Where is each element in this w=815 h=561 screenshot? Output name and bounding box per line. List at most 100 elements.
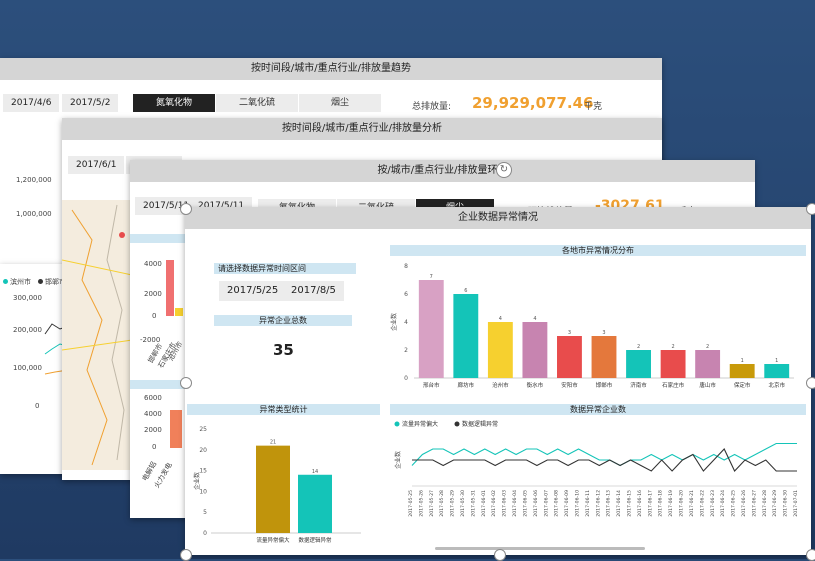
y-tick-label: 15	[199, 468, 207, 475]
x-tick-label: 2017-07-01	[793, 490, 799, 517]
bar	[256, 445, 290, 533]
x-tick-label: 邢台市	[423, 381, 440, 389]
data-label: 7	[430, 274, 433, 280]
y-tick: 1,000,000	[16, 210, 52, 218]
data-label: 1	[775, 358, 778, 364]
x-tick-label: 2017-06-09	[564, 490, 570, 517]
resize-handle[interactable]	[806, 377, 815, 389]
env-bar-header	[130, 380, 186, 389]
x-tick-label: 2017-06-11	[585, 490, 591, 517]
x-tick-label: 2017-06-13	[606, 490, 612, 517]
total-emission-label: 总排放量:	[412, 102, 452, 112]
y-tick: 2000	[144, 426, 162, 434]
data-label: 4	[499, 316, 502, 322]
analysis-date-start[interactable]: 2017/6/1	[68, 156, 125, 174]
date-range-label: 请选择数据异常时间区间	[214, 263, 356, 274]
bar	[626, 350, 651, 378]
data-label: 2	[706, 344, 709, 350]
x-tick-label: 2017-06-12	[595, 490, 601, 517]
y-tick: 4000	[144, 410, 162, 418]
x-tick-label: 安阳市	[561, 381, 578, 389]
analysis-panel-title: 按时间段/城市/重点行业/排放量分析	[62, 118, 662, 140]
trend-chart: 流量异常偏大 数据逻辑异常企业数 2017-05-25 2017-05-26 2017-…	[394, 420, 799, 550]
x-tick-label: 2017-05-30	[460, 490, 466, 517]
resize-handle[interactable]	[494, 549, 506, 561]
x-tick-label: 2017-05-29	[450, 490, 456, 517]
y-tick: 0	[152, 312, 157, 320]
y-tick-label: 0	[203, 530, 207, 537]
x-tick-label: 2017-05-25	[408, 490, 414, 517]
x-tick-label: 2017-06-27	[751, 490, 757, 517]
bar	[487, 322, 513, 378]
bar	[729, 364, 755, 378]
x-tick-label: 2017-06-03	[502, 490, 508, 517]
x-tick-label: 2017-06-04	[512, 490, 518, 517]
rotate-handle-icon[interactable]: ↻	[496, 162, 512, 178]
x-tick-label: 2017-06-17	[647, 490, 653, 517]
bar	[298, 474, 332, 533]
data-label: 6	[464, 288, 467, 294]
legend-label: 数据逻辑异常	[462, 420, 498, 428]
trend-lines	[44, 323, 69, 375]
env-bar-header	[130, 234, 186, 243]
x-tick-label: 2017-06-06	[533, 490, 539, 517]
type-chart-title: 异常类型统计	[187, 404, 380, 415]
resize-handle[interactable]	[806, 549, 815, 561]
y-tick: 4000	[144, 260, 162, 268]
x-tick-label: 北京市	[768, 381, 785, 389]
bar	[557, 336, 582, 378]
bar	[453, 294, 479, 378]
tab-so2[interactable]: 二氧化硫	[216, 94, 298, 112]
y-tick: 1,200,000	[16, 176, 52, 184]
resize-handle[interactable]	[180, 377, 192, 389]
total-emission-value: 29,929,077.46	[472, 94, 594, 112]
x-tick-label: 2017-06-18	[658, 490, 664, 517]
bar	[695, 350, 721, 378]
data-label: 3	[568, 330, 571, 336]
y-tick-label: 10	[199, 488, 207, 495]
data-label: 21	[270, 440, 276, 446]
bar	[522, 322, 548, 378]
trend-date-end[interactable]: 2017/5/2	[62, 94, 119, 112]
x-tick-label: 2017-06-10	[574, 490, 580, 517]
legend-label: 流量异常偏大	[402, 420, 438, 428]
x-tick-label: 2017-06-07	[543, 490, 549, 517]
x-tick-label: 2017-06-19	[668, 490, 674, 517]
data-label: 1	[741, 358, 744, 364]
data-label: 2	[637, 344, 640, 350]
tab-nox[interactable]: 氮氧化物	[133, 94, 215, 112]
bar	[660, 350, 686, 378]
tab-dust[interactable]: 烟尘	[299, 94, 381, 112]
env-panel-title: 按/城市/重点行业/排放量环比	[130, 160, 755, 182]
x-tick-label: 2017-06-30	[783, 490, 789, 517]
x-tick-label: 2017-06-21	[689, 490, 695, 517]
anomaly-panel-title: 企业数据异常情况	[185, 207, 811, 229]
x-tick-label: 保定市	[734, 381, 751, 389]
x-tick-label: 2017-06-23	[710, 490, 716, 517]
x-tick-label: 2017-06-28	[762, 490, 768, 517]
legend-marker-icon	[454, 421, 460, 427]
y-tick-label: 20	[199, 447, 207, 454]
resize-handle[interactable]	[180, 203, 192, 215]
total-anomaly-value: 35	[273, 341, 294, 359]
resize-handle[interactable]	[180, 549, 192, 561]
bar	[166, 260, 174, 316]
y-tick-label: 8	[404, 263, 408, 270]
x-tick-label: 邯郸市	[596, 381, 613, 389]
trend-panel-title: 按时间段/城市/重点行业/排放量趋势	[0, 58, 662, 80]
y-tick-label: 5	[203, 509, 207, 516]
y-tick: 6000	[144, 394, 162, 402]
anomaly-date-start[interactable]: 2017/5/25	[219, 281, 287, 301]
y-tick-label: 2	[404, 347, 408, 354]
x-tick-label: 2017-06-20	[679, 490, 685, 517]
anomaly-date-end[interactable]: 2017/8/5	[283, 281, 344, 301]
trend-chart-title: 数据异常企业数	[390, 404, 806, 415]
legend-marker-icon	[394, 421, 400, 427]
x-tick-label: 衡水市	[527, 381, 544, 389]
data-label: 2	[671, 344, 674, 350]
resize-handle[interactable]	[806, 203, 815, 215]
data-label: 3	[602, 330, 605, 336]
x-tick-label: 2017-06-26	[741, 490, 747, 517]
x-tick-label: 唐山市	[699, 381, 716, 389]
trend-date-start[interactable]: 2017/4/6	[3, 94, 60, 112]
